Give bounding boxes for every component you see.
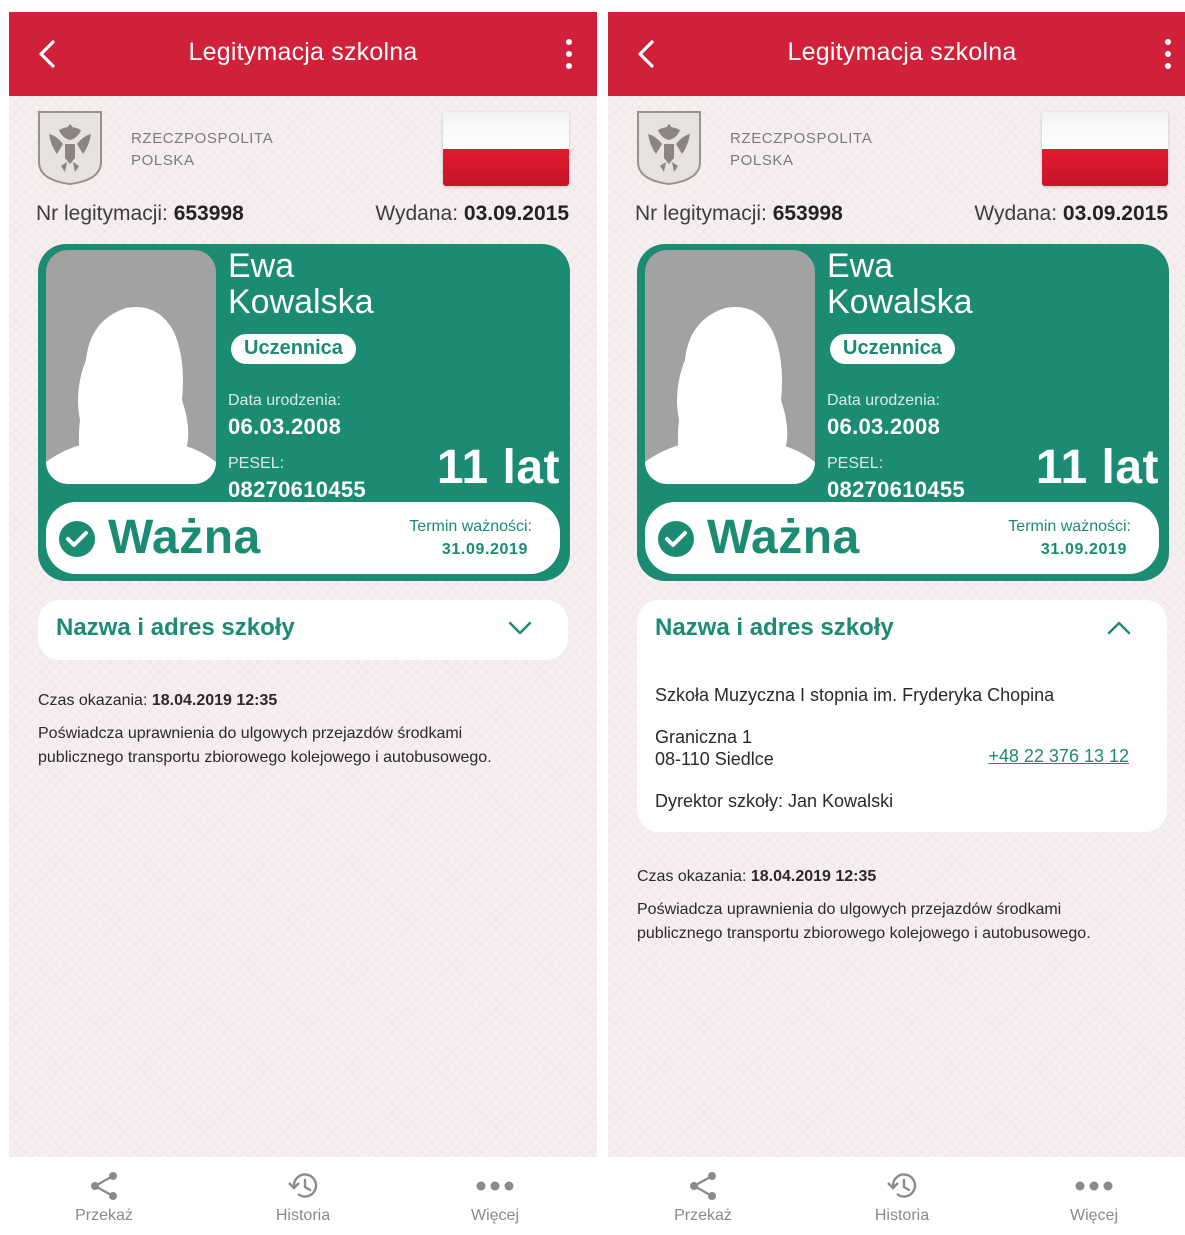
kebab-menu-icon[interactable] xyxy=(1156,36,1180,72)
check-circle-icon xyxy=(59,521,95,557)
person-silhouette-icon xyxy=(46,250,216,484)
school-section[interactable]: Nazwa i adres szkoły xyxy=(38,600,568,660)
chevron-down-icon[interactable] xyxy=(508,620,532,636)
nav-history[interactable]: Historia xyxy=(832,1171,972,1225)
bottom-navigation: Przekaż Historia Więcej xyxy=(608,1157,1185,1235)
more-dots-icon xyxy=(1075,1181,1113,1191)
polish-flag-icon xyxy=(1042,112,1168,186)
school-street: Graniczna 1 xyxy=(655,727,753,747)
validity-status: Ważna xyxy=(108,511,261,564)
issue-date: Wydana: 03.09.2015 xyxy=(375,202,569,225)
school-section-title: Nazwa i adres szkoły xyxy=(655,614,894,641)
share-icon xyxy=(91,1172,117,1200)
birth-date-label: Data urodzenia: xyxy=(827,392,940,409)
school-phone-link[interactable]: +48 22 376 13 12 xyxy=(988,746,1129,767)
republic-label: RZECZPOSPOLITA POLSKA xyxy=(131,130,274,169)
bottom-navigation: Przekaż Historia Więcej xyxy=(9,1157,597,1235)
history-icon xyxy=(288,1173,318,1198)
polish-flag-icon xyxy=(443,112,569,186)
birth-date-value: 06.03.2008 xyxy=(827,414,941,439)
app-title: Legitymacja szkolna xyxy=(188,38,418,66)
school-name: Szkoła Muzyczna I stopnia im. Fryderyka … xyxy=(655,685,1055,705)
pesel-label: PESEL: xyxy=(827,455,884,472)
validity-status: Ważna xyxy=(707,511,860,564)
polish-eagle-emblem-icon xyxy=(637,111,701,186)
app-title: Legitymacja szkolna xyxy=(787,38,1017,66)
nav-history[interactable]: Historia xyxy=(233,1171,373,1225)
school-section[interactable]: Nazwa i adres szkoły Szkoła Muzyczna I s… xyxy=(637,600,1167,832)
share-icon xyxy=(690,1172,716,1200)
expiry: Termin ważności: 31.09.2019 xyxy=(1008,518,1131,558)
school-section-title: Nazwa i adres szkoły xyxy=(56,614,295,641)
person-name: Ewa Kowalska xyxy=(228,247,374,321)
issue-date: Wydana: 03.09.2015 xyxy=(974,202,1168,225)
birth-date-value: 06.03.2008 xyxy=(228,414,342,439)
id-card: Ewa Kowalska Uczennica Data urodzenia: 0… xyxy=(38,244,570,581)
nav-more[interactable]: Więcej xyxy=(1024,1171,1164,1225)
check-circle-icon xyxy=(658,521,694,557)
status-badge: Uczennica xyxy=(231,334,356,364)
history-icon xyxy=(887,1173,917,1198)
id-card: Ewa Kowalska Uczennica Data urodzenia: 0… xyxy=(637,244,1169,581)
nav-more[interactable]: Więcej xyxy=(425,1171,565,1225)
validity-box: Ważna Termin ważności: 31.09.2019 xyxy=(46,502,560,574)
pesel-value: 08270610455 xyxy=(228,477,366,502)
more-dots-icon xyxy=(476,1181,514,1191)
person-silhouette-icon xyxy=(645,250,815,484)
person-name: Ewa Kowalska xyxy=(827,247,973,321)
republic-label: RZECZPOSPOLITA POLSKA xyxy=(730,130,873,169)
nav-share[interactable]: Przekaż xyxy=(633,1171,773,1225)
app-bar: Legitymacja szkolna xyxy=(608,12,1185,96)
document-number: Nr legitymacji: 653998 xyxy=(635,202,843,225)
pesel-label: PESEL: xyxy=(228,455,285,472)
nav-share[interactable]: Przekaż xyxy=(34,1171,174,1225)
school-city: 08-110 Siedlce xyxy=(655,749,774,769)
entitlement-description: Poświadcza uprawnienia do ulgowych przej… xyxy=(38,725,492,766)
chevron-up-icon[interactable] xyxy=(1107,620,1131,636)
entitlement-description: Poświadcza uprawnienia do ulgowych przej… xyxy=(637,901,1091,942)
document-number: Nr legitymacji: 653998 xyxy=(36,202,244,225)
status-badge: Uczennica xyxy=(830,334,955,364)
kebab-menu-icon[interactable] xyxy=(557,36,581,72)
polish-eagle-emblem-icon xyxy=(38,111,102,186)
validity-box: Ważna Termin ważności: 31.09.2019 xyxy=(645,502,1159,574)
shown-time: Czas okazania: 18.04.2019 12:35 xyxy=(637,868,877,885)
expiry: Termin ważności: 31.09.2019 xyxy=(409,518,532,558)
birth-date-label: Data urodzenia: xyxy=(228,392,341,409)
screen-expanded: Legitymacja szkolna RZECZPOSPOLITA POLSK… xyxy=(608,12,1185,1235)
age-value: 11 lat xyxy=(436,441,560,494)
pesel-value: 08270610455 xyxy=(827,477,965,502)
school-director: Dyrektor szkoły: Jan Kowalski xyxy=(655,791,894,811)
shown-time: Czas okazania: 18.04.2019 12:35 xyxy=(38,692,278,709)
app-bar: Legitymacja szkolna xyxy=(9,12,597,96)
age-value: 11 lat xyxy=(1035,441,1159,494)
screen-collapsed: Legitymacja szkolna RZECZPOSPOLITA POLSK… xyxy=(9,12,597,1235)
